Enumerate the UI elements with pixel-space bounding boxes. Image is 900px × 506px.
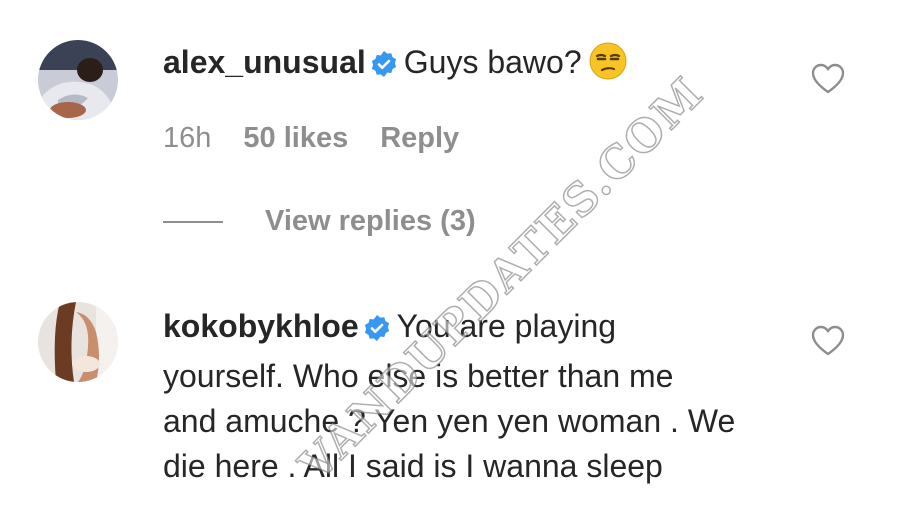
comment-body: alex_unusual Guys bawo? [163,40,628,93]
likes-count[interactable]: 50 likes [243,122,348,155]
view-replies-button[interactable]: View replies (3) [163,205,476,238]
comment-text: Guys bawo? [403,44,582,80]
comment-text-line: yourself. Who else is better than me [163,358,674,394]
reply-button[interactable]: Reply [380,122,459,155]
verified-badge-icon [363,309,391,354]
replies-divider [163,220,223,223]
comment-username[interactable]: kokobykhloe [163,308,359,344]
avatar[interactable] [38,302,118,382]
like-heart-icon[interactable] [811,325,845,362]
comment-meta: 16h 50 likes Reply [163,122,459,155]
comment-username[interactable]: alex_unusual [163,44,366,80]
comment-time: 16h [163,122,212,154]
comment-text-line: and amuche ? Yen yen yen woman . We [163,403,736,439]
verified-badge-icon [370,45,398,90]
comment-text-line: die here . All I said is I wanna sleep [163,448,663,484]
like-heart-icon[interactable] [811,63,845,100]
avatar[interactable] [38,40,118,120]
comment-item: alex_unusual Guys bawo? 16h 50 likes Rep… [0,0,900,260]
unamused-face-emoji-icon [588,41,628,93]
comment-line-1: kokobykhloe You are playing [163,304,735,354]
comment-body: kokobykhloe You are playing yourself. Wh… [163,304,735,489]
view-replies-label: View replies (3) [265,205,476,237]
comment-text-line: You are playing [396,308,617,344]
